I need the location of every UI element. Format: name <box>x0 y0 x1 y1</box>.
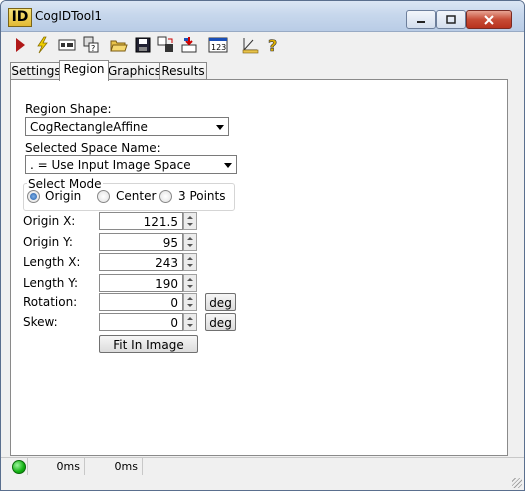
radio-3-points-label: 3 Points <box>178 189 226 203</box>
maximize-button[interactable] <box>436 10 466 29</box>
rotation-label: Rotation: <box>23 295 78 309</box>
maximize-icon <box>446 14 456 24</box>
length-y-spinner[interactable] <box>183 274 197 292</box>
title-bar[interactable]: ID CogIDTool1 <box>1 1 524 32</box>
reset-icon[interactable] <box>179 35 199 55</box>
space-name-label: Selected Space Name: <box>25 141 161 155</box>
length-y-input[interactable]: 190 <box>99 274 183 292</box>
app-icon: ID <box>8 8 32 27</box>
status-led-icon <box>12 460 26 474</box>
minimize-button[interactable] <box>406 10 436 29</box>
origin-x-spinner[interactable] <box>183 212 197 230</box>
grab-image-icon[interactable] <box>156 35 176 55</box>
origin-y-label: Origin Y: <box>23 235 73 249</box>
window-title: CogIDTool1 <box>35 9 103 23</box>
skew-spinner[interactable] <box>183 313 197 331</box>
svg-text:?: ? <box>268 36 277 54</box>
tab-results[interactable]: Results <box>159 62 207 80</box>
tab-settings[interactable]: Settings <box>10 62 62 80</box>
show-results-icon[interactable] <box>57 35 77 55</box>
status-time-1: 0ms <box>27 458 85 475</box>
measure-icon[interactable] <box>240 35 260 55</box>
origin-y-input[interactable]: 95 <box>99 233 183 251</box>
electric-icon[interactable] <box>32 35 52 55</box>
radio-origin-label: Origin <box>45 189 82 203</box>
origin-x-label: Origin X: <box>23 214 76 228</box>
skew-unit-button[interactable]: deg <box>205 313 236 331</box>
radio-center[interactable] <box>97 190 110 203</box>
resize-grip[interactable] <box>512 478 522 488</box>
tab-region[interactable]: Region <box>59 60 109 81</box>
origin-x-input[interactable]: 121.5 <box>99 212 183 230</box>
close-button[interactable] <box>466 10 512 29</box>
space-name-select[interactable]: . = Use Input Image Space <box>25 155 237 174</box>
numeric-display-icon[interactable]: 123 <box>208 35 228 55</box>
rotation-input[interactable]: 0 <box>99 293 183 311</box>
chevron-down-icon <box>224 163 232 168</box>
svg-text:123: 123 <box>211 43 226 52</box>
run-icon[interactable] <box>10 35 30 55</box>
toolbar: ? 123 ? <box>1 32 524 58</box>
length-x-input[interactable]: 243 <box>99 253 183 271</box>
region-shape-label: Region Shape: <box>25 102 112 116</box>
radio-center-label: Center <box>116 189 157 203</box>
origin-y-spinner[interactable] <box>183 233 197 251</box>
status-time-2: 0ms <box>85 458 143 475</box>
run-continuous-icon[interactable]: ? <box>81 35 101 55</box>
chevron-down-icon <box>216 125 224 130</box>
radio-origin[interactable] <box>27 190 40 203</box>
tab-graphics[interactable]: Graphics <box>107 62 161 80</box>
save-icon[interactable] <box>133 35 153 55</box>
skew-label: Skew: <box>23 315 58 329</box>
length-y-label: Length Y: <box>23 276 78 290</box>
region-panel: Region Shape: CogRectangleAffine Selecte… <box>10 79 508 456</box>
region-shape-select[interactable]: CogRectangleAffine <box>25 117 229 136</box>
help-icon[interactable]: ? <box>263 35 283 55</box>
close-icon <box>484 14 494 25</box>
minimize-icon <box>417 20 425 23</box>
fit-in-image-button[interactable]: Fit In Image <box>99 335 198 353</box>
region-shape-value: CogRectangleAffine <box>30 120 148 134</box>
length-x-spinner[interactable] <box>183 253 197 271</box>
space-name-value: . = Use Input Image Space <box>30 158 191 172</box>
length-x-label: Length X: <box>23 255 81 269</box>
open-icon[interactable] <box>109 35 129 55</box>
tool-window: ID CogIDTool1 ? 123 ? Settings Region Gr… <box>0 0 525 491</box>
rotation-unit-button[interactable]: deg <box>205 293 236 311</box>
rotation-spinner[interactable] <box>183 293 197 311</box>
radio-3-points[interactable] <box>159 190 172 203</box>
svg-text:?: ? <box>91 44 95 53</box>
skew-input[interactable]: 0 <box>99 313 183 331</box>
